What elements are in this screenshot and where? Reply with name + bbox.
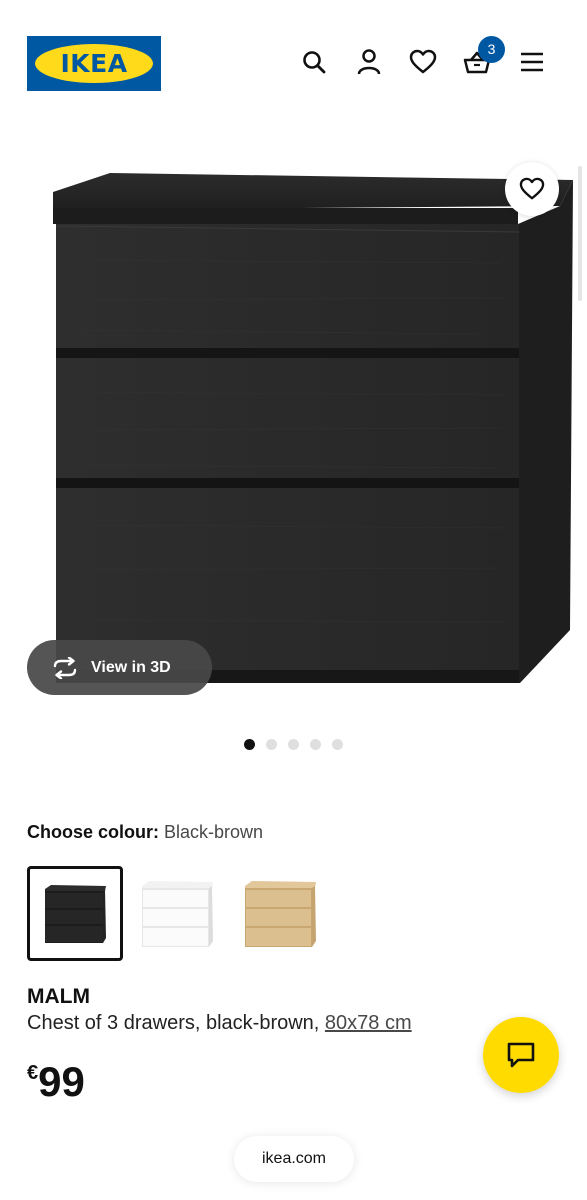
scrollbar[interactable] [578, 166, 582, 301]
dresser-thumbnail [142, 880, 213, 947]
view-in-3d-label: View in 3D [91, 658, 171, 676]
cart-count-badge: 3 [478, 36, 505, 63]
pagination-dot[interactable] [332, 739, 343, 750]
product-description: Chest of 3 drawers, black-brown, 80x78 c… [27, 1012, 412, 1035]
ikea-logo[interactable]: IKEA [27, 36, 161, 91]
pagination-dot[interactable] [288, 739, 299, 750]
dresser-image [53, 173, 573, 683]
top-header: IKEA 3 [0, 0, 587, 130]
pagination-dot[interactable] [266, 739, 277, 750]
menu-icon[interactable] [514, 44, 550, 80]
swatch-black-brown[interactable] [27, 866, 123, 961]
rotate-icon [53, 656, 77, 679]
heart-icon[interactable] [405, 44, 441, 80]
heart-icon [519, 177, 545, 200]
gallery-pagination [244, 739, 343, 750]
chat-icon [507, 1042, 535, 1068]
browser-url-pill[interactable]: ikea.com [234, 1136, 354, 1182]
logo-text: IKEA [60, 49, 128, 78]
view-in-3d-button[interactable]: View in 3D [27, 640, 212, 695]
product-description-text: Chest of 3 drawers, black-brown, [27, 1012, 325, 1034]
product-name: MALM [27, 985, 90, 1008]
pagination-dot[interactable] [244, 739, 255, 750]
colour-value: Black-brown [164, 822, 264, 842]
favourite-button[interactable] [505, 162, 559, 216]
dresser-thumbnail [245, 880, 316, 947]
dresser-thumbnail [45, 884, 106, 943]
product-price: €99 [27, 1058, 85, 1106]
swatch-oak-effect[interactable] [232, 866, 328, 961]
pagination-dot[interactable] [310, 739, 321, 750]
search-icon[interactable] [296, 44, 332, 80]
colour-label: Choose colour: [27, 822, 160, 842]
colour-chooser-label: Choose colour: Black-brown [27, 822, 263, 843]
user-icon[interactable] [351, 44, 387, 80]
product-gallery[interactable] [0, 130, 587, 720]
swatch-white[interactable] [129, 866, 225, 961]
price-amount: 99 [38, 1058, 85, 1105]
price-currency: € [27, 1062, 39, 1084]
product-size-link[interactable]: 80x78 cm [325, 1012, 412, 1034]
chat-button[interactable] [483, 1017, 559, 1093]
